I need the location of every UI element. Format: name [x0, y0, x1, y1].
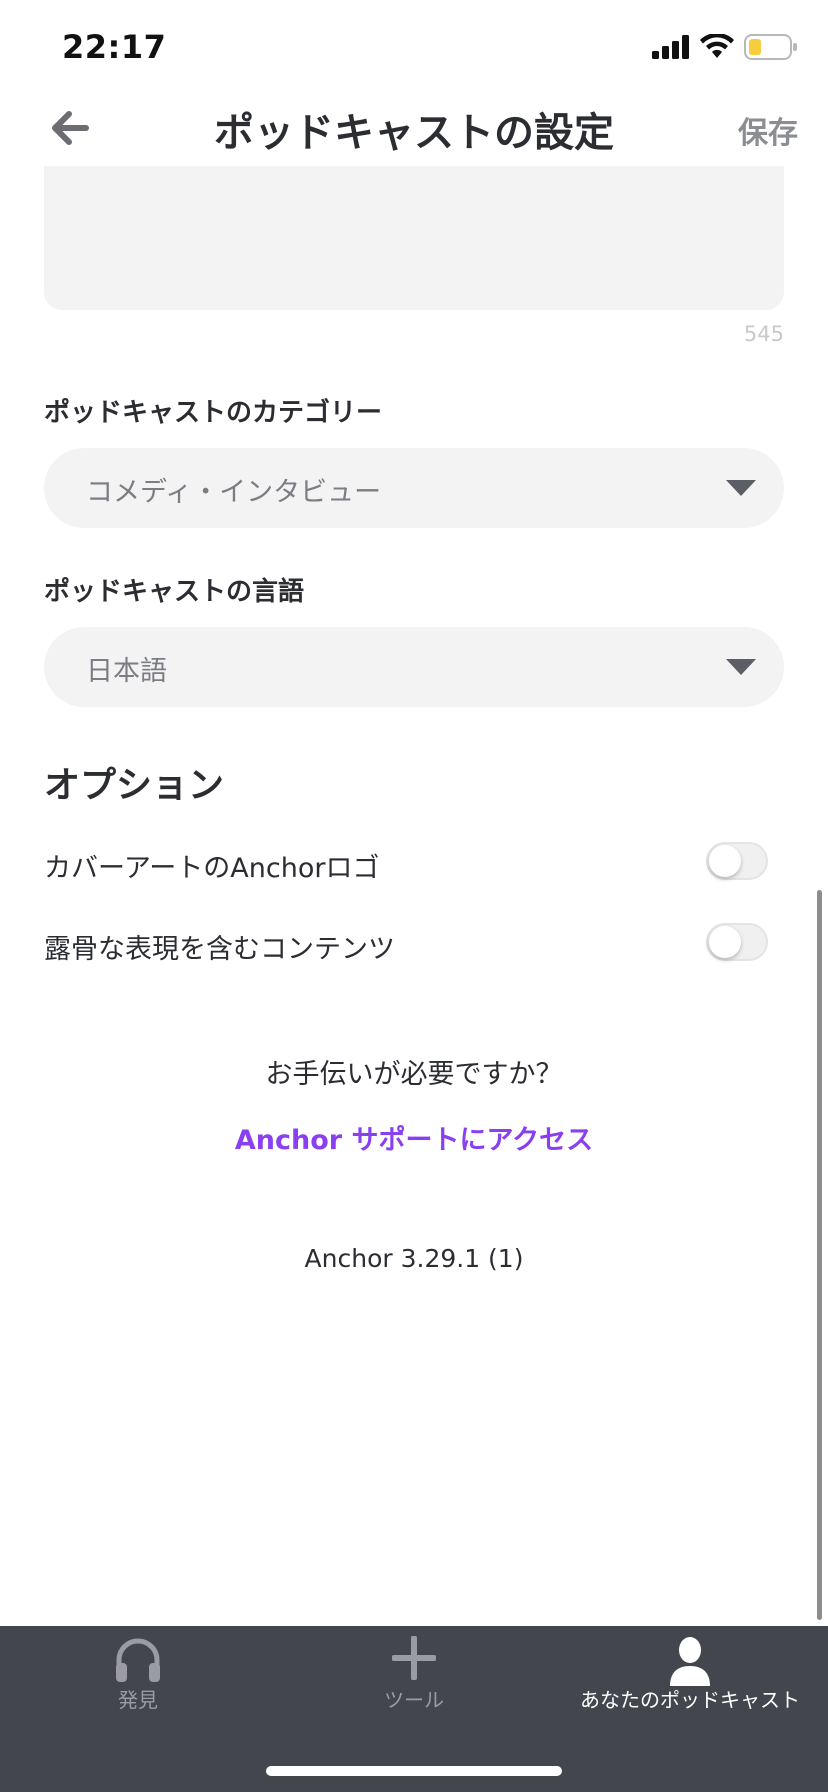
- plus-icon: [392, 1636, 436, 1680]
- category-select[interactable]: コメディ・インタビュー: [44, 448, 784, 528]
- status-time: 22:17: [62, 28, 167, 66]
- help-question: お手伝いが必要ですか？: [265, 1059, 563, 1090]
- language-select[interactable]: 日本語: [44, 627, 784, 707]
- toggle-knob: [709, 926, 741, 958]
- explicit-content-toggle[interactable]: [706, 923, 768, 961]
- explicit-content-label: 露骨な表現を含むコンテンツ: [44, 934, 395, 965]
- category-value: コメディ・インタビュー: [86, 477, 382, 508]
- cellular-signal-icon: [652, 35, 689, 59]
- anchor-logo-toggle[interactable]: [706, 842, 768, 880]
- category-label: ポッドキャストのカテゴリー: [44, 398, 383, 428]
- scrollbar[interactable]: [817, 890, 822, 1620]
- tab-tools[interactable]: ツール: [276, 1626, 552, 1736]
- explicit-content-option: 露骨な表現を含むコンテンツ: [44, 919, 784, 971]
- wifi-icon: [700, 34, 734, 58]
- tab-your-podcast-label: あなたのポッドキャスト: [580, 1688, 800, 1712]
- app-version: Anchor 3.29.1 (1): [304, 1244, 524, 1273]
- language-label: ポッドキャストの言語: [44, 577, 305, 607]
- caret-down-icon: [726, 659, 756, 675]
- description-textarea[interactable]: [44, 166, 784, 310]
- character-count: 545: [743, 322, 784, 346]
- status-bar: 22:17: [0, 0, 828, 100]
- anchor-logo-label: カバーアートのAnchorロゴ: [44, 853, 380, 884]
- anchor-logo-option: カバーアートのAnchorロゴ: [44, 838, 784, 890]
- tab-tools-label: ツール: [384, 1688, 444, 1712]
- nav-header: ポッドキャストの設定 保存: [0, 90, 828, 166]
- headphones-icon: [116, 1638, 160, 1682]
- tab-your-podcast[interactable]: あなたのポッドキャスト: [552, 1626, 828, 1736]
- toggle-knob: [709, 845, 741, 877]
- support-link[interactable]: Anchor サポートにアクセス: [0, 1118, 828, 1157]
- page-title: ポッドキャストの設定: [214, 110, 614, 156]
- status-icons: [652, 34, 798, 60]
- save-button[interactable]: 保存: [738, 108, 798, 152]
- podcast-settings-screen: 22:17 ポッドキャストの設定 保存 545 ポッドキャストのカテゴリー コメ…: [0, 0, 828, 1792]
- battery-icon: [744, 34, 797, 60]
- tab-discover[interactable]: 発見: [0, 1626, 276, 1736]
- person-icon: [670, 1637, 710, 1686]
- options-heading: オプション: [44, 765, 225, 806]
- caret-down-icon: [726, 480, 756, 496]
- home-indicator: [266, 1766, 562, 1776]
- tab-discover-label: 発見: [118, 1688, 158, 1712]
- language-value: 日本語: [86, 656, 167, 687]
